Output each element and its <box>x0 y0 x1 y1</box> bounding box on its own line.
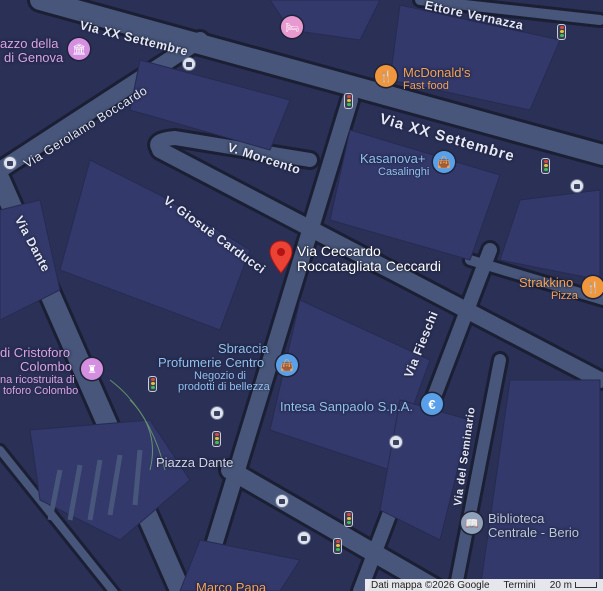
poi-colombo-sub2: toforo Colombo <box>3 385 79 397</box>
scale-label: 20 m <box>549 579 572 591</box>
poi-colombo-line1[interactable]: di Cristoforo <box>0 346 70 360</box>
traffic-light-icon <box>541 158 550 174</box>
poi-biblioteca-line2[interactable]: Centrale - Berio <box>488 526 579 540</box>
selected-place-line1[interactable]: Via Ceccardo <box>297 244 381 259</box>
traffic-light-icon <box>344 93 353 109</box>
traffic-light-icon <box>557 24 566 40</box>
map-base <box>0 0 603 591</box>
traffic-light-icon <box>344 511 353 527</box>
restaurant-icon[interactable]: 🍴 <box>375 65 397 87</box>
museum-icon[interactable]: 🏛 <box>68 38 90 60</box>
scale-indicator[interactable]: 20 m <box>550 580 597 591</box>
bus-stop-icon[interactable] <box>275 494 289 508</box>
terms-link[interactable]: Termini <box>504 580 536 591</box>
book-icon[interactable]: 📖 <box>461 512 483 534</box>
restaurant-icon[interactable]: 🍴 <box>582 276 603 298</box>
poi-palazzo-line1[interactable]: azzo della <box>0 37 59 51</box>
bus-stop-icon[interactable] <box>210 406 224 420</box>
poi-sbraccia-sub2: prodotti di bellezza <box>178 381 270 393</box>
location-pin-icon[interactable] <box>269 240 293 274</box>
poi-marco-papa[interactable]: Marco Papa <box>196 581 266 591</box>
scale-bar <box>575 582 597 588</box>
bus-stop-icon[interactable] <box>3 156 17 170</box>
poi-biblioteca-line1[interactable]: Biblioteca <box>488 512 544 526</box>
selected-place-line2[interactable]: Roccatagliata Ceccardi <box>297 259 441 274</box>
poi-strakkino-type: Pizza <box>551 290 578 302</box>
map-canvas[interactable]: Via XX Settembre Via XX Settembre Ettore… <box>0 0 603 591</box>
poi-colombo-line2[interactable]: Colombo <box>20 360 72 374</box>
traffic-light-icon <box>212 431 221 447</box>
shopping-bag-icon[interactable]: 👜 <box>433 151 455 173</box>
poi-kasanova-type: Casalinghi <box>378 166 430 178</box>
traffic-light-icon <box>333 538 342 554</box>
bus-stop-icon[interactable] <box>182 57 196 71</box>
poi-palazzo-line2[interactable]: di Genova <box>4 51 63 65</box>
bus-stop-icon[interactable] <box>389 435 403 449</box>
poi-sbraccia-line1[interactable]: Sbraccia <box>218 342 269 356</box>
euro-icon[interactable]: € <box>421 393 443 415</box>
square-label-piazza-dante: Piazza Dante <box>156 455 234 470</box>
hotel-icon[interactable]: 🛏 <box>281 16 303 38</box>
poi-kasanova-name[interactable]: Kasanova+ <box>360 152 425 166</box>
map-attribution: Dati mappa ©2026 Google <box>370 579 490 591</box>
shopping-bag-icon[interactable]: 👜 <box>276 354 298 376</box>
traffic-light-icon <box>148 376 157 392</box>
poi-mcdonalds-name[interactable]: McDonald's <box>403 66 471 80</box>
poi-strakkino-name[interactable]: Strakkino <box>519 276 573 290</box>
map-footer: Dati mappa ©2026 Google Termini 20 m <box>364 579 603 591</box>
poi-sbraccia-line2[interactable]: Profumerie Centro <box>158 356 264 370</box>
monument-icon[interactable]: ♜ <box>81 358 103 380</box>
poi-intesa-name[interactable]: Intesa Sanpaolo S.p.A. <box>280 400 413 414</box>
bus-stop-icon[interactable] <box>570 179 584 193</box>
bus-stop-icon[interactable] <box>297 531 311 545</box>
poi-mcdonalds-type: Fast food <box>403 80 449 92</box>
